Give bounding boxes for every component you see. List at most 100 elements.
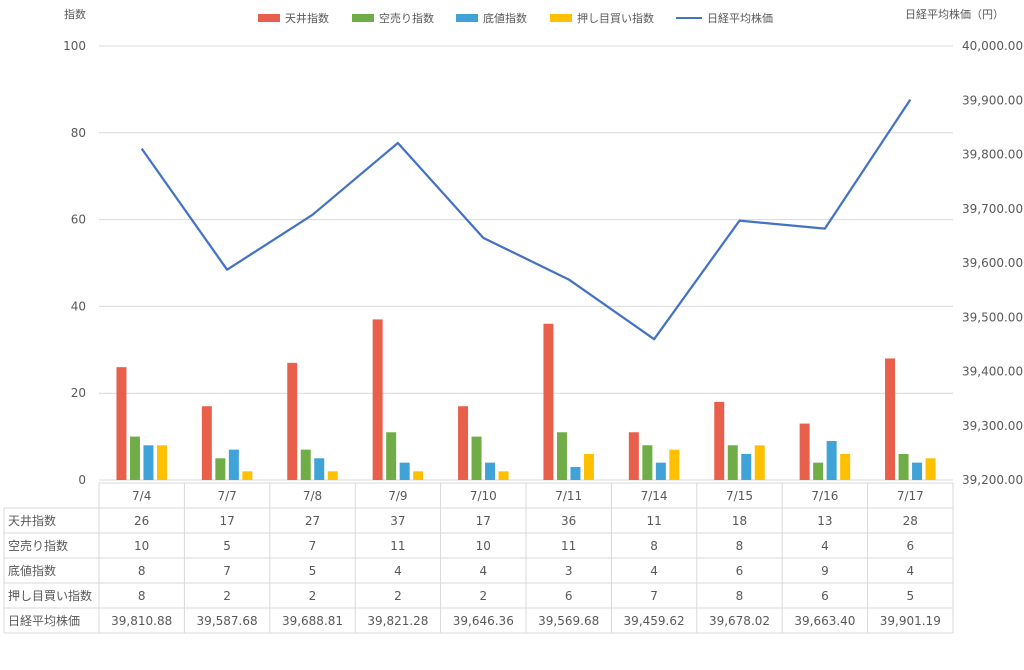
y2-tick-label: 39,500.00 <box>962 310 1023 324</box>
bar-1 <box>201 406 212 480</box>
bar-3 <box>741 453 752 480</box>
legend-swatch <box>352 14 374 22</box>
bar-3 <box>143 445 154 480</box>
table-cell: 11 <box>561 539 576 553</box>
table-cell: 4 <box>821 539 829 553</box>
table-cell: 7 <box>650 589 658 603</box>
y2-tick-label: 39,600.00 <box>962 256 1023 270</box>
table-cell: 4 <box>906 564 914 578</box>
table-cell: 4 <box>650 564 658 578</box>
x-tick-label: 7/16 <box>811 489 838 503</box>
table-row-label: 天井指数 <box>8 513 56 528</box>
x-tick-label: 7/10 <box>470 489 497 503</box>
table-cell: 7 <box>223 564 231 578</box>
table-cell: 17 <box>219 514 234 528</box>
bar-3 <box>485 462 496 480</box>
table-cell: 5 <box>309 564 317 578</box>
table-cell: 11 <box>390 539 405 553</box>
table-cell: 5 <box>906 589 914 603</box>
table-cell: 4 <box>479 564 487 578</box>
legend-swatch <box>550 14 572 22</box>
table-row-label: 日経平均株価 <box>8 613 80 628</box>
bar-4 <box>327 471 338 480</box>
table-cell: 13 <box>817 514 832 528</box>
table-cell: 28 <box>903 514 918 528</box>
y2-tick-label: 40,000.00 <box>962 39 1023 53</box>
table-cell: 8 <box>138 564 146 578</box>
table-row-label: 空売り指数 <box>8 538 68 553</box>
table-cell: 39,821.28 <box>367 614 428 628</box>
legend-swatch <box>456 14 478 22</box>
table-cell: 3 <box>565 564 573 578</box>
table-cell: 7 <box>309 539 317 553</box>
bar-1 <box>799 423 810 480</box>
table-row-label: 底値指数 <box>8 563 56 578</box>
table-cell: 39,901.19 <box>880 614 941 628</box>
bar-1 <box>543 323 554 480</box>
x-tick-label: 7/14 <box>641 489 668 503</box>
y-tick-label: 0 <box>78 473 86 487</box>
bar-3 <box>399 462 410 480</box>
bar-1 <box>287 362 298 480</box>
table-cell: 39,810.88 <box>111 614 172 628</box>
x-tick-label: 7/9 <box>388 489 407 503</box>
x-tick-label: 7/11 <box>555 489 582 503</box>
bar-3 <box>912 462 923 480</box>
table-cell: 8 <box>736 539 744 553</box>
x-tick-label: 7/17 <box>897 489 924 503</box>
table-cell: 5 <box>223 539 231 553</box>
table-cell: 37 <box>390 514 405 528</box>
y2-tick-label: 39,900.00 <box>962 93 1023 107</box>
bar-2 <box>300 449 311 480</box>
y-tick-label: 60 <box>71 213 86 227</box>
y2-tick-label: 39,300.00 <box>962 419 1023 433</box>
table-cell: 4 <box>394 564 402 578</box>
legend-label: 押し目買い指数 <box>577 11 654 25</box>
bar-4 <box>925 458 936 480</box>
table-cell: 39,678.02 <box>709 614 770 628</box>
bar-2 <box>642 445 653 480</box>
bar-4 <box>242 471 253 480</box>
table-cell: 8 <box>138 589 146 603</box>
table-cell: 2 <box>309 589 317 603</box>
bar-1 <box>628 432 639 480</box>
table-cell: 39,587.68 <box>197 614 258 628</box>
bar-4 <box>413 471 424 480</box>
table-cell: 36 <box>561 514 576 528</box>
table-cell: 17 <box>476 514 491 528</box>
bar-2 <box>898 453 909 480</box>
table-cell: 18 <box>732 514 747 528</box>
bar-2 <box>215 458 226 480</box>
bar-2 <box>813 462 824 480</box>
table-cell: 6 <box>906 539 914 553</box>
table-cell: 27 <box>305 514 320 528</box>
x-tick-label: 7/8 <box>303 489 322 503</box>
y-tick-label: 20 <box>71 386 86 400</box>
table-cell: 2 <box>223 589 231 603</box>
bar-4 <box>669 449 680 480</box>
table-cell: 10 <box>476 539 491 553</box>
bar-2 <box>471 436 482 480</box>
table-cell: 39,646.36 <box>453 614 514 628</box>
bar-4 <box>583 453 594 480</box>
table-cell: 8 <box>650 539 658 553</box>
table-cell: 39,663.40 <box>794 614 855 628</box>
y-tick-label: 100 <box>63 39 86 53</box>
legend-label: 天井指数 <box>285 11 329 25</box>
bar-3 <box>570 466 581 480</box>
y2-tick-label: 39,200.00 <box>962 473 1023 487</box>
y-axis-title: 指数 <box>64 7 86 21</box>
table-cell: 39,459.62 <box>624 614 685 628</box>
bar-4 <box>498 471 509 480</box>
legend-label: 底値指数 <box>483 11 527 25</box>
bar-1 <box>116 367 127 480</box>
bar-2 <box>129 436 140 480</box>
bar-2 <box>556 432 567 480</box>
bar-3 <box>826 440 837 480</box>
bar-4 <box>840 453 851 480</box>
bar-2 <box>727 445 738 480</box>
legend-label: 空売り指数 <box>379 11 434 25</box>
bar-1 <box>714 401 725 480</box>
y2-tick-label: 39,700.00 <box>962 202 1023 216</box>
x-tick-label: 7/7 <box>217 489 236 503</box>
